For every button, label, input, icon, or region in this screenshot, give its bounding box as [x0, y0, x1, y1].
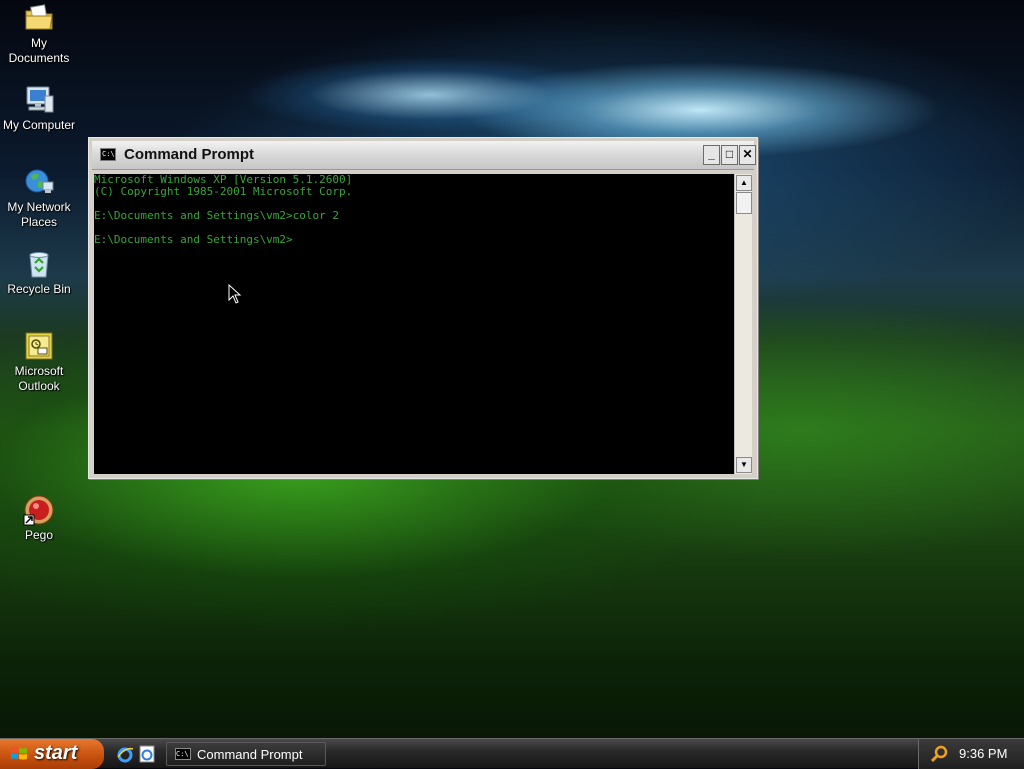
computer-icon	[23, 84, 55, 116]
desktop-icon-microsoft-outlook[interactable]: Microsoft Outlook	[0, 330, 78, 394]
pego-icon	[23, 494, 55, 526]
console-output[interactable]: Microsoft Windows XP [Version 5.1.2600] …	[94, 174, 734, 474]
start-label: start	[34, 742, 78, 764]
desktop-icon-recycle-bin[interactable]: Recycle Bin	[0, 248, 78, 297]
window-title: Command Prompt	[124, 146, 255, 163]
console-prompt-line: E:\Documents and Settings\vm2>	[94, 233, 293, 246]
desktop-icon-my-documents[interactable]: My Documents	[0, 2, 78, 66]
command-prompt-window[interactable]: C:\ Command Prompt _ □ ✕ Microsoft Windo…	[88, 137, 758, 479]
desktop-icon-label: Pego	[24, 528, 54, 542]
scroll-down-button[interactable]: ▼	[736, 457, 752, 473]
cmd-app-icon[interactable]: C:\	[100, 148, 116, 161]
desktop-icon-label: My Computer	[2, 118, 76, 132]
quick-launch-ie-icon[interactable]	[116, 745, 134, 763]
window-titlebar[interactable]: C:\ Command Prompt _ □ ✕	[92, 141, 756, 170]
system-tray: 9:36 PM	[918, 739, 1024, 769]
taskbar-button-label: Command Prompt	[197, 747, 303, 762]
desktop-icon-label: Recycle Bin	[7, 282, 71, 296]
desktop-icon-pego[interactable]: Pego	[0, 494, 78, 543]
desktop-icon-label: Microsoft Outlook	[14, 364, 64, 393]
desktop-icon-my-computer[interactable]: My Computer	[0, 84, 78, 133]
desktop-icon-my-network-places[interactable]: My Network Places	[0, 166, 78, 230]
cmd-taskbar-icon: C:\	[175, 748, 191, 760]
desktop-icon-label: My Network Places	[7, 200, 71, 229]
clock[interactable]: 9:36 PM	[959, 746, 1007, 761]
minimize-button[interactable]: _	[703, 145, 720, 165]
vertical-scrollbar[interactable]: ▲ ▼	[734, 174, 752, 474]
scroll-thumb[interactable]	[736, 192, 752, 214]
scroll-up-button[interactable]: ▲	[736, 175, 752, 191]
desktop-icon-label: My Documents	[8, 36, 70, 65]
start-button[interactable]: start	[0, 739, 104, 769]
search-icon[interactable]	[931, 745, 949, 763]
maximize-button[interactable]: □	[721, 145, 738, 165]
console-line: E:\Documents and Settings\vm2>color 2	[94, 209, 340, 222]
taskbar: start C:\ Command Prompt 9:36 PM	[0, 738, 1024, 769]
outlook-icon	[23, 330, 55, 362]
windows-flag-icon	[11, 747, 27, 760]
mouse-cursor-icon	[228, 284, 242, 304]
console-line: (C) Copyright 1985-2001 Microsoft Corp.	[94, 185, 353, 198]
taskbar-button-command-prompt[interactable]: C:\ Command Prompt	[166, 742, 326, 766]
quick-launch-ie-page-icon[interactable]	[138, 745, 156, 763]
folder-documents-icon	[23, 2, 55, 34]
close-button[interactable]: ✕	[739, 145, 756, 165]
network-globe-icon	[23, 166, 55, 198]
recycle-bin-icon	[23, 248, 55, 280]
